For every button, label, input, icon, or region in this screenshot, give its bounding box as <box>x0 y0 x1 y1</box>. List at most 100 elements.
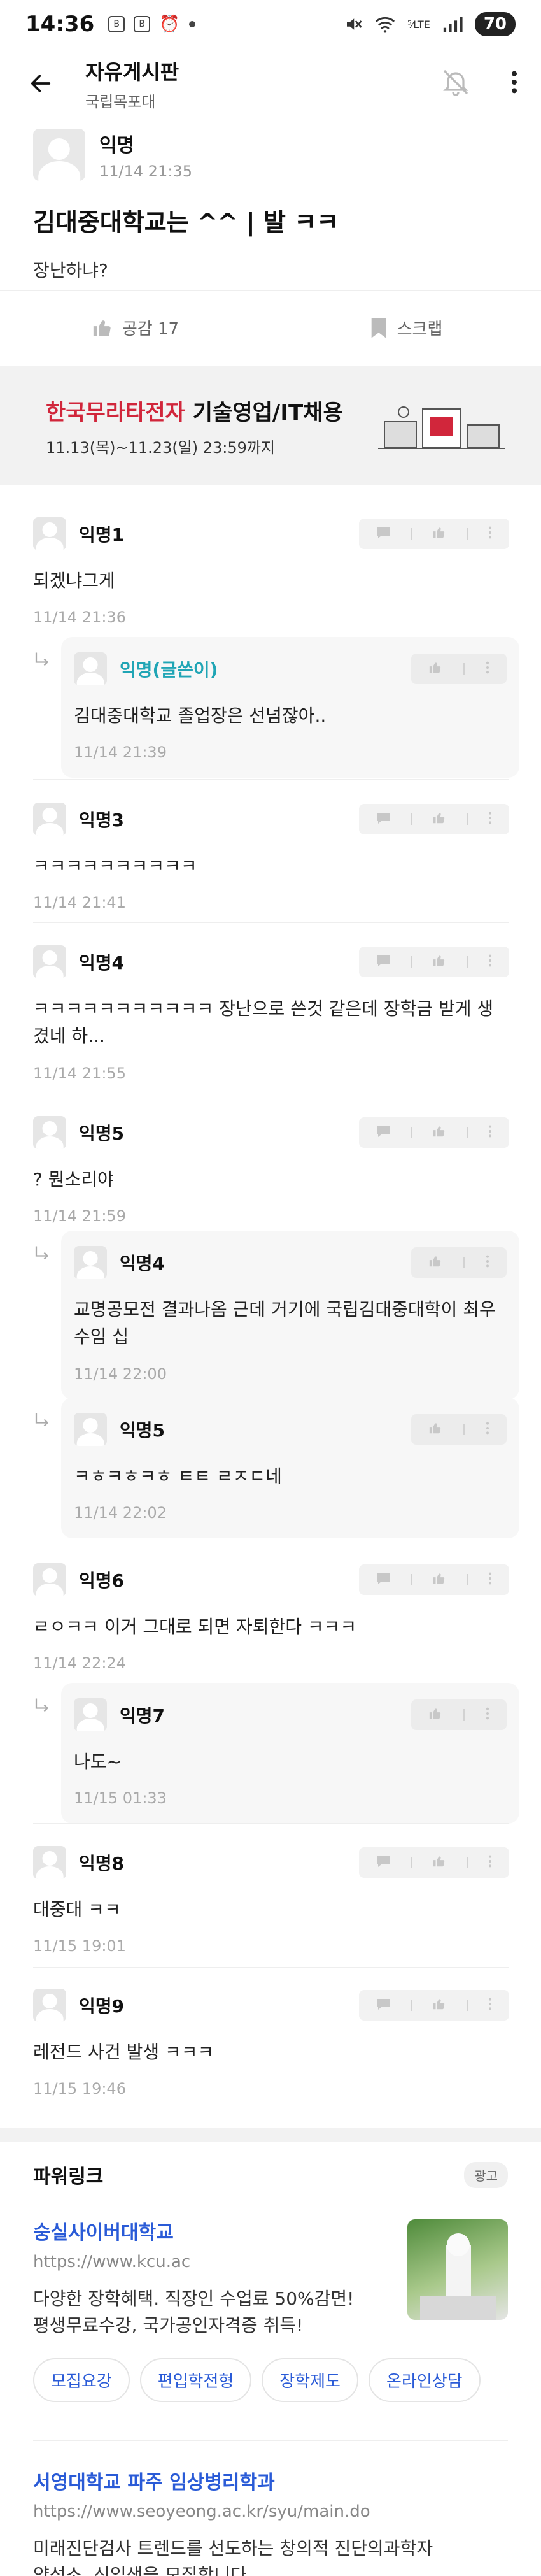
reply-comment-icon[interactable] <box>376 1124 391 1141</box>
comment-like-icon[interactable] <box>428 1421 443 1438</box>
comment-text: ? 뭔소리야 <box>33 1169 114 1190</box>
commenter-name: 익명5 <box>79 1123 125 1144</box>
comment-like-icon[interactable] <box>428 661 443 677</box>
reply-comment-icon[interactable] <box>376 1997 391 2014</box>
author-avatar <box>33 129 85 181</box>
comment-like-icon[interactable] <box>432 954 447 970</box>
commenter-avatar <box>74 652 107 685</box>
commenter-name: 익명7 <box>120 1705 165 1726</box>
comment-text: 대중대 ㅋㅋ <box>33 1899 121 1920</box>
comment: 익명1 되겠냐그게 11/14 21:36 <box>33 517 509 626</box>
comment-more-icon[interactable] <box>488 811 493 827</box>
comment-time: 11/14 21:59 <box>33 1207 126 1226</box>
comment-more-icon[interactable] <box>488 1854 493 1871</box>
notification-off-bell-icon[interactable] <box>440 67 471 100</box>
post-body: 장난하냐? <box>33 260 108 281</box>
comment-actions <box>359 1847 509 1878</box>
ad-illustration <box>378 406 505 449</box>
comment-more-icon[interactable] <box>485 1254 490 1271</box>
reply-comment: 익명5 ㅋㅎㅋㅎㅋㅎ ㅌㅌ ㄹㅈㄷ네 11/14 22:02 <box>35 1398 519 1539</box>
comment-divider <box>33 1967 509 1968</box>
reply-comment-icon[interactable] <box>376 811 391 827</box>
powerlink-ad[interactable]: 숭실사이버대학교 https://www.kcu.ac 다양한 장학혜택. 직장… <box>33 2217 508 2402</box>
ad-brand: 한국무라타전자 <box>46 400 185 426</box>
reply-comment: 익명7 나도~ 11/15 01:33 <box>35 1683 519 1824</box>
ad-chip-transfer-admission[interactable]: 편입학전형 <box>139 2358 252 2402</box>
comment-time: 11/14 22:02 <box>74 1504 167 1522</box>
comment-like-icon[interactable] <box>432 526 447 542</box>
comment-text: 김대중대학교 졸업장은 선넘잖아.. <box>74 705 327 726</box>
comment-more-icon[interactable] <box>488 526 493 542</box>
comment-more-icon[interactable] <box>485 661 490 677</box>
ad-description-line: 미래진단검사 트렌드를 선도하는 창의적 진단의과학자 <box>33 2538 433 2559</box>
reply-comment-icon[interactable] <box>376 1571 391 1588</box>
ad-banner[interactable]: 한국무라타전자 기술영업/IT채용 11.13(목)~11.23(일) 23:5… <box>0 366 541 485</box>
comment-time: 11/14 22:00 <box>74 1364 167 1383</box>
like-label: 공감 17 <box>122 320 179 339</box>
ad-description-line: 양성소, 신입생을 모집합니다 <box>33 2565 247 2576</box>
comment-more-icon[interactable] <box>488 954 493 970</box>
comment-time: 11/14 21:55 <box>33 1064 126 1082</box>
comment-divider <box>33 779 509 780</box>
comment-actions <box>359 1564 509 1595</box>
back-arrow-icon[interactable] <box>22 64 60 103</box>
comment-time: 11/15 19:01 <box>33 1937 126 1956</box>
comment-actions <box>411 654 507 684</box>
ad-chip-recruitment-guide[interactable]: 모집요강 <box>33 2358 130 2402</box>
signal-icon <box>443 17 463 32</box>
comment-time: 11/15 19:46 <box>33 2080 126 2098</box>
comment-like-icon[interactable] <box>432 811 447 827</box>
ad-headline-text: 기술영업/IT채용 <box>185 400 343 426</box>
commenter-name: 익명1 <box>79 524 125 545</box>
post-time: 11/14 21:35 <box>99 162 192 180</box>
battery-indicator: 70 <box>474 12 516 36</box>
comment-more-icon[interactable] <box>488 1997 493 2014</box>
comment-like-icon[interactable] <box>428 1254 443 1271</box>
comment-text: ㄹㅇㅋㅋ 이거 그대로 되면 자퇴한다 ㅋㅋㅋ <box>33 1616 357 1637</box>
comment-divider <box>33 922 509 923</box>
ad-title[interactable]: 서영대학교 파주 임상병리학과 <box>33 2466 508 2494</box>
commenter-avatar <box>33 1989 66 2022</box>
like-button[interactable]: 공감 17 <box>0 316 270 340</box>
comment-like-icon[interactable] <box>428 1707 443 1723</box>
comment-more-icon[interactable] <box>485 1421 490 1438</box>
author-name: 익명 <box>99 134 135 157</box>
comment-more-icon[interactable] <box>485 1707 490 1723</box>
status-time: 14:36 <box>25 11 95 37</box>
reply-arrow-icon <box>35 1413 49 1427</box>
reply-comment-icon[interactable] <box>376 526 391 542</box>
comment-like-icon[interactable] <box>432 1124 447 1141</box>
post-title: 김대중대학교는 ^^ | 발 ㅋㅋ <box>33 208 339 236</box>
notification-icon: B <box>108 16 125 32</box>
ad-badge[interactable]: 광고 <box>464 2161 508 2188</box>
comment-like-icon[interactable] <box>432 1997 447 2014</box>
ad-chip-scholarship[interactable]: 장학제도 <box>262 2358 358 2402</box>
comment-more-icon[interactable] <box>488 1571 493 1588</box>
comment-time: 11/15 01:33 <box>74 1789 167 1808</box>
comment-text: 되겠냐그게 <box>33 570 115 591</box>
comment-like-icon[interactable] <box>432 1571 447 1588</box>
comment: 익명9 레전드 사건 발생 ㅋㅋㅋ 11/15 19:46 <box>33 1989 509 2098</box>
board-title: 자유게시판 <box>85 59 179 84</box>
reply-comment-icon[interactable] <box>376 954 391 970</box>
more-options-icon[interactable] <box>509 69 519 97</box>
reply-comment-icon[interactable] <box>376 1854 391 1871</box>
ad-thumbnail-image[interactable] <box>407 2219 508 2320</box>
ad-url: https://www.seoyeong.ac.kr/syu/main.do <box>33 2502 370 2521</box>
mute-icon <box>347 18 362 30</box>
powerlink-section: 파워링크 광고 숭실사이버대학교 https://www.kcu.ac 다양한 … <box>0 2128 541 2576</box>
comment: 익명6 ㄹㅇㅋㅋ 이거 그대로 되면 자퇴한다 ㅋㅋㅋ 11/14 22:24 <box>33 1563 509 1672</box>
comment-more-icon[interactable] <box>488 1124 493 1141</box>
comment-like-icon[interactable] <box>432 1854 447 1871</box>
commenter-avatar <box>33 1116 66 1149</box>
commenter-name: 익명8 <box>79 1853 125 1874</box>
comment-text: 교명공모전 결과나옴 근데 거기에 국립김대중대학이 최우수임 십 <box>74 1299 496 1348</box>
reply-arrow-icon <box>35 1246 49 1260</box>
comment-actions <box>359 947 509 977</box>
comment-text: ㅋㅎㅋㅎㅋㅎ ㅌㅌ ㄹㅈㄷ네 <box>74 1466 282 1487</box>
scrap-button[interactable]: 스크랩 <box>270 316 541 340</box>
ad-chip-online-consult[interactable]: 온라인상담 <box>368 2358 481 2402</box>
comment-actions <box>359 804 509 834</box>
powerlink-ad[interactable]: 서영대학교 파주 임상병리학과 https://www.seoyeong.ac.… <box>33 2440 508 2576</box>
commenter-avatar <box>74 1246 107 1279</box>
